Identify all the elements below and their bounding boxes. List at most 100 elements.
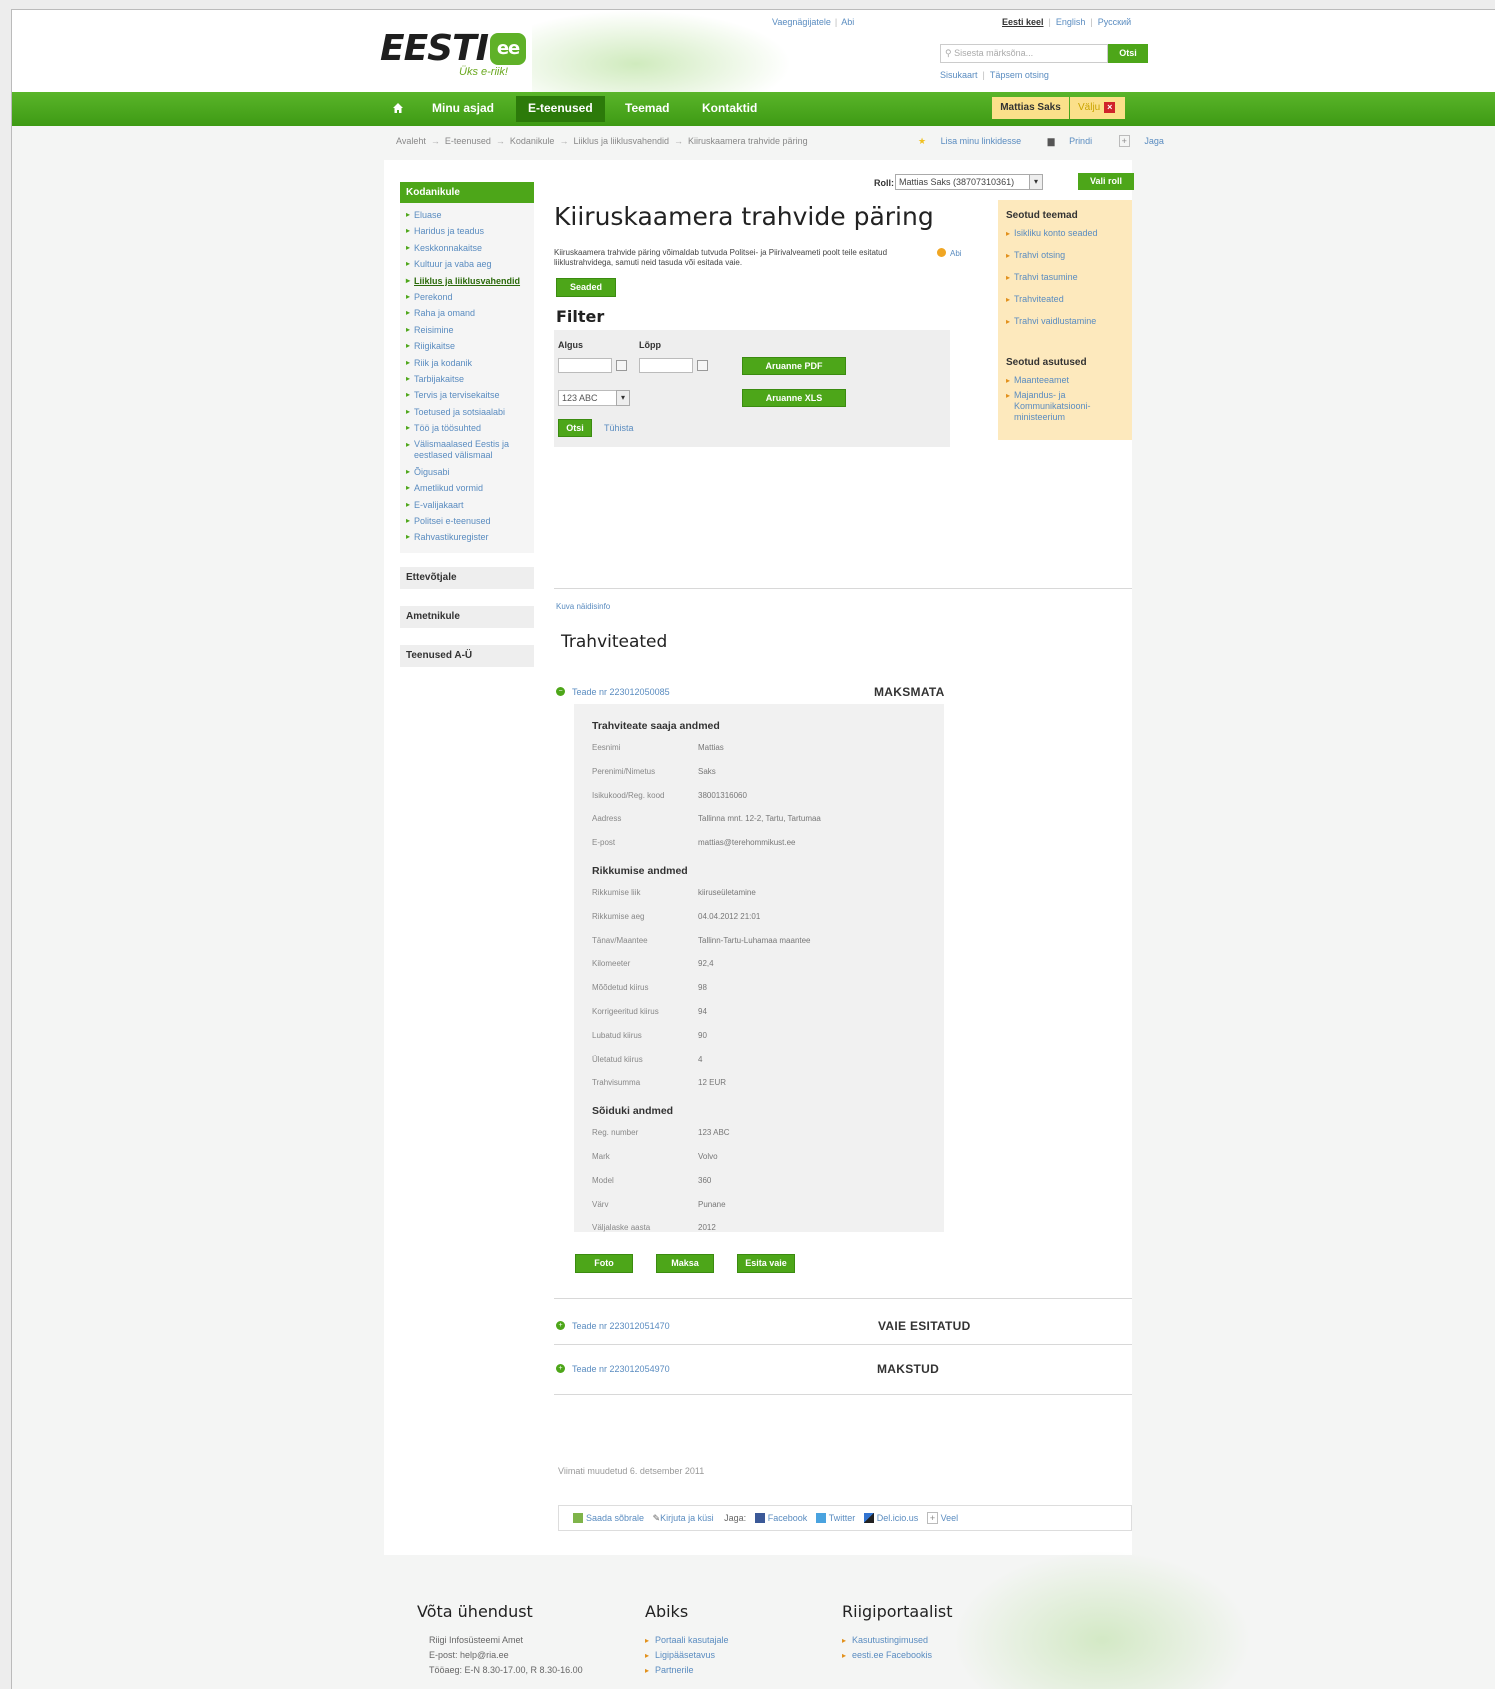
calendar-icon[interactable] <box>616 360 627 371</box>
home-icon[interactable] <box>392 102 404 114</box>
menu-item[interactable]: E-valijakaart <box>406 497 528 514</box>
eesti-logo[interactable]: EESTI ee <box>380 28 527 69</box>
related-topic-link[interactable]: Trahvi vaidlustamine <box>1006 316 1124 327</box>
menu-item[interactable]: Tervis ja tervisekaitse <box>406 387 528 404</box>
notice-link[interactable]: Teade nr 223012054970 <box>572 1364 670 1374</box>
related-agency-link[interactable]: Majandus- ja Kommunikatsiooni-ministeeri… <box>1006 390 1124 423</box>
menu-item[interactable]: Eluase <box>406 207 528 224</box>
start-date-input[interactable] <box>558 358 612 373</box>
delicious-icon <box>863 1513 874 1523</box>
menu-item[interactable]: Õigusabi <box>406 464 528 481</box>
end-date-input[interactable] <box>639 358 693 373</box>
send-to-friend-link[interactable]: Saada sõbrale <box>573 1513 644 1523</box>
crumb-citizens[interactable]: Kodanikule <box>510 136 555 146</box>
menu-item[interactable]: Töö ja töösuhted <box>406 420 528 437</box>
lang-english[interactable]: English <box>1056 17 1086 27</box>
menu-item[interactable]: Haridus ja teadus <box>406 223 528 240</box>
notice-link[interactable]: Teade nr 223012050085 <box>572 687 670 697</box>
photo-button[interactable]: Foto <box>575 1254 633 1273</box>
detail-row: Lubatud kiirus 90 <box>592 1030 707 1040</box>
settings-button[interactable]: Seaded <box>556 278 616 297</box>
star-icon: ★ <box>918 136 929 146</box>
filter-search-button[interactable]: Otsi <box>558 419 592 437</box>
expand-icon[interactable]: − <box>556 687 565 696</box>
expand-icon[interactable]: + <box>556 1321 565 1330</box>
crumb-traffic[interactable]: Liiklus ja liiklusvahendid <box>573 136 669 146</box>
write-ask-link[interactable]: ✎Kirjuta ja küsi <box>653 1513 714 1523</box>
related-topic-link[interactable]: Trahviteated <box>1006 294 1124 305</box>
plus-icon: + <box>1118 135 1130 147</box>
more-share-link[interactable]: + Veel <box>926 1512 958 1524</box>
footer-link[interactable]: Ligipääsetavus <box>645 1648 729 1663</box>
filter-cancel-link[interactable]: Tühista <box>604 423 634 433</box>
menu-item-current[interactable]: Liiklus ja liiklusvahendid <box>406 273 528 290</box>
link-help[interactable]: Abi <box>841 17 854 27</box>
menu-item[interactable]: Toetused ja sotsiaalabi <box>406 404 528 421</box>
related-topics-title: Seotud teemad <box>1006 210 1078 221</box>
detail-row: Perenimi/Nimetus Saks <box>592 766 716 776</box>
footer-link[interactable]: Kasutustingimused <box>842 1633 953 1648</box>
menu-item[interactable]: Perekond <box>406 289 528 306</box>
add-to-links-button[interactable]: ★ Lisa minu linkidesse <box>918 136 1033 146</box>
chevron-down-icon[interactable]: ▾ <box>616 390 630 406</box>
pay-button[interactable]: Maksa <box>656 1254 714 1273</box>
crumb-e-services[interactable]: E-teenused <box>445 136 491 146</box>
nav-contacts[interactable]: Kontaktid <box>702 101 757 115</box>
choose-role-button[interactable]: Vali roll <box>1078 173 1134 190</box>
menu-item[interactable]: Rahvastikuregister <box>406 529 528 546</box>
expand-icon[interactable]: + <box>556 1364 565 1373</box>
pencil-icon: ✎ <box>652 1513 661 1523</box>
nav-topics[interactable]: Teemad <box>625 101 669 115</box>
related-agency-link[interactable]: Maanteeamet <box>1006 375 1124 386</box>
link-visually-impaired[interactable]: Vaegnägijatele <box>772 17 831 27</box>
link-advanced-search[interactable]: Täpsem otsing <box>990 70 1049 80</box>
calendar-icon[interactable] <box>697 360 708 371</box>
left-menu-list: Eluase Haridus ja teadus Keskkonnakaitse… <box>400 203 534 553</box>
report-xls-button[interactable]: Aruanne XLS <box>742 389 846 407</box>
lang-russian[interactable]: Русский <box>1098 17 1131 27</box>
search-input[interactable]: ⚲ Sisesta märksõna... <box>940 44 1108 63</box>
file-appeal-button[interactable]: Esita vaie <box>737 1254 795 1273</box>
delicious-link[interactable]: Del.icio.us <box>863 1513 918 1523</box>
menu-item[interactable]: Välismaalased Eestis ja eestlased välism… <box>406 437 528 464</box>
menu-item[interactable]: Riigikaitse <box>406 338 528 355</box>
print-button[interactable]: ▆ Prindi <box>1048 136 1104 146</box>
related-topic-link[interactable]: Trahvi otsing <box>1006 250 1124 261</box>
menu-item[interactable]: Tarbijakaitse <box>406 371 528 388</box>
help-link[interactable]: Abi <box>937 248 962 258</box>
chevron-down-icon[interactable]: ▾ <box>1029 174 1043 190</box>
search-button[interactable]: Otsi <box>1108 44 1148 63</box>
plate-select[interactable]: 123 ABC <box>558 390 618 406</box>
related-topic-link[interactable]: Isikliku konto seaded <box>1006 228 1124 239</box>
left-menu-header[interactable]: Kodanikule <box>400 182 534 203</box>
menu-section-services-a-z[interactable]: Teenused A-Ü <box>400 645 534 667</box>
footer-link[interactable]: Partnerile <box>645 1663 729 1678</box>
menu-item[interactable]: Kultuur ja vaba aeg <box>406 256 528 273</box>
menu-section-businesses[interactable]: Ettevõtjale <box>400 567 534 589</box>
twitter-link[interactable]: Twitter <box>815 1513 855 1523</box>
detail-row: Värv Punane <box>592 1199 726 1209</box>
nav-my-things[interactable]: Minu asjad <box>432 101 494 115</box>
menu-section-officials[interactable]: Ametnikule <box>400 606 534 628</box>
share-button[interactable]: + Jaga <box>1118 135 1176 147</box>
link-sitemap[interactable]: Sisukaart <box>940 70 978 80</box>
report-pdf-button[interactable]: Aruanne PDF <box>742 357 846 375</box>
notice-link[interactable]: Teade nr 223012051470 <box>572 1321 670 1331</box>
facebook-link[interactable]: Facebook <box>754 1513 807 1523</box>
crumb-home[interactable]: Avaleht <box>396 136 426 146</box>
menu-item[interactable]: Ametlikud vormid <box>406 480 528 497</box>
menu-item[interactable]: Politsei e-teenused <box>406 513 528 530</box>
related-topic-link[interactable]: Trahvi tasumine <box>1006 272 1124 283</box>
demo-data-link[interactable]: Kuva näidisinfo <box>556 602 610 611</box>
footer-link[interactable]: eesti.ee Facebookis <box>842 1648 953 1663</box>
menu-item[interactable]: Riik ja kodanik <box>406 355 528 372</box>
menu-item[interactable]: Keskkonnakaitse <box>406 240 528 257</box>
menu-item[interactable]: Reisimine <box>406 322 528 339</box>
nav-e-services[interactable]: E-teenused <box>516 96 605 122</box>
logout-button[interactable]: Välju × <box>1070 97 1125 119</box>
lang-estonian[interactable]: Eesti keel <box>1002 17 1044 27</box>
user-name-box[interactable]: Mattias Saks <box>992 97 1069 119</box>
role-select[interactable]: Mattias Saks (38707310361) <box>895 174 1035 190</box>
menu-item[interactable]: Raha ja omand <box>406 305 528 322</box>
footer-link[interactable]: Portaali kasutajale <box>645 1633 729 1648</box>
